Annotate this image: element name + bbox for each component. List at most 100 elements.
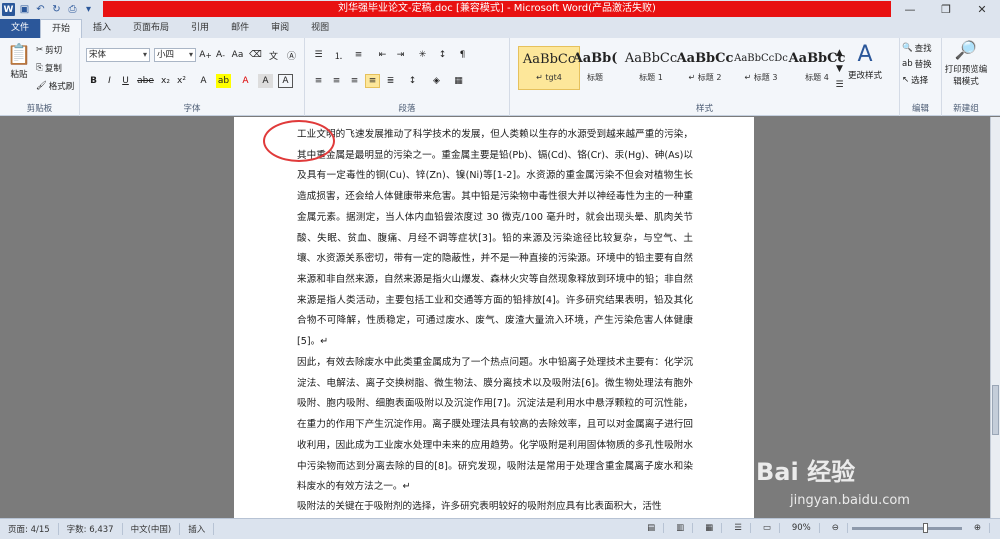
bold-icon[interactable]: B: [86, 74, 101, 88]
distributed-icon[interactable]: ≣: [383, 74, 398, 88]
zoom-level[interactable]: 90%: [784, 523, 820, 533]
align-right-icon[interactable]: ≡: [347, 74, 362, 88]
cut-button[interactable]: ✂ 剪切: [36, 44, 62, 56]
numbering-icon[interactable]: ⒈: [331, 48, 346, 62]
change-case-icon[interactable]: Aa: [230, 48, 245, 62]
shrink-font-icon[interactable]: A-: [213, 48, 228, 62]
format-painter-button[interactable]: 🖌 格式刷: [36, 80, 74, 92]
font-group: 宋体 小四 A+ A- Aa ⌫ 文 Ⓐ B I U abe x₂ x² A a…: [80, 38, 305, 116]
paste-button[interactable]: 📋 粘贴: [6, 42, 32, 80]
status-bar: 页面: 4/15 字数: 6,437 中文(中国) 插入 ▤ ▥ ▦ ☰ ▭ 9…: [0, 518, 1000, 539]
minimize-button[interactable]: —: [892, 0, 928, 19]
window-title: 刘华强毕业论文-定稿.doc [兼容模式] - Microsoft Word(产…: [103, 1, 891, 17]
subscript-icon[interactable]: x₂: [158, 74, 173, 88]
char-border-icon[interactable]: A: [278, 74, 293, 88]
select-button[interactable]: ↖ 选择: [902, 74, 928, 86]
scrollbar-thumb[interactable]: [992, 385, 999, 435]
language-indicator[interactable]: 中文(中国): [123, 523, 181, 535]
bullets-icon[interactable]: ☰: [311, 48, 326, 62]
view-web-icon[interactable]: ▦: [697, 523, 723, 533]
tab-review[interactable]: 审阅: [260, 19, 300, 38]
zoom-out-icon[interactable]: ⊖: [824, 523, 848, 533]
enclose-char-icon[interactable]: Ⓐ: [284, 48, 299, 62]
zoom-in-icon[interactable]: ⊕: [966, 523, 990, 533]
tab-mailings[interactable]: 邮件: [220, 19, 260, 38]
chinese-layout-icon[interactable]: ✳: [415, 48, 430, 62]
close-button[interactable]: ✕: [964, 0, 1000, 19]
justify-icon[interactable]: ≡: [365, 74, 380, 88]
title-bar: W ▣ ↶ ↻ ⎙ ▾ 刘华强毕业论文-定稿.doc [兼容模式] - Micr…: [0, 0, 1000, 19]
view-draft-icon[interactable]: ▭: [755, 523, 780, 533]
tab-home[interactable]: 开始: [40, 19, 83, 38]
style-item[interactable]: AaBbCc 标题 1: [620, 46, 682, 90]
view-outline-icon[interactable]: ☰: [726, 523, 751, 533]
baidu-watermark-url: jingyan.baidu.com: [790, 493, 910, 508]
italic-icon[interactable]: I: [102, 74, 117, 88]
text-effects-icon[interactable]: A: [196, 74, 211, 88]
restore-button[interactable]: ❐: [928, 0, 964, 19]
customize-qat-icon[interactable]: ▾: [82, 3, 95, 16]
find-button[interactable]: 🔍 查找: [902, 42, 932, 54]
styles-group: AaBbCc ↵ tgt4 AaBb( 标题 AaBbCc 标题 1 AaBbC…: [510, 38, 900, 116]
decrease-indent-icon[interactable]: ⇤: [375, 48, 390, 62]
shading-icon[interactable]: ◈: [429, 74, 444, 88]
paragraph-group: ☰ ⒈ ≡ ⇤ ⇥ ✳ ↕ ¶ ≡ ≡ ≡ ≡ ≣ ↕ ◈ ▦ 段落: [305, 38, 510, 116]
paragraph-2[interactable]: 因此，有效去除废水中此类重金属成为了一个热点问题。水中铅离子处理技术主要有：化学…: [297, 353, 693, 498]
increase-indent-icon[interactable]: ⇥: [393, 48, 408, 62]
grow-font-icon[interactable]: A +: [198, 48, 213, 62]
style-item[interactable]: AaBb( 标题: [564, 46, 626, 90]
change-styles-button[interactable]: A 更改样式: [848, 42, 882, 81]
redo-icon[interactable]: ↻: [50, 3, 63, 16]
styles-scroll-up-icon[interactable]: ▲: [832, 46, 847, 60]
underline-icon[interactable]: U: [118, 74, 133, 88]
paste-icon: 📋: [6, 42, 32, 66]
editing-group: 🔍 查找 ab 替换 ↖ 选择 编辑: [900, 38, 942, 116]
print-preview-button[interactable]: 🔎 打印预览编辑模式: [944, 40, 988, 87]
paragraph-3[interactable]: 吸附法的关键在于吸附剂的选择，许多研究表明较好的吸附剂应具有比表面积大，活性: [297, 497, 693, 518]
font-size-combo[interactable]: 小四: [154, 48, 196, 62]
insert-mode[interactable]: 插入: [180, 523, 215, 535]
sort-icon[interactable]: ↕: [435, 48, 450, 62]
word-count[interactable]: 字数: 6,437: [59, 523, 123, 535]
strikethrough-icon[interactable]: abe: [137, 74, 154, 88]
word-logo-icon[interactable]: W: [2, 3, 15, 16]
view-reading-icon[interactable]: ▥: [668, 523, 694, 533]
zoom-slider-knob[interactable]: [922, 522, 928, 533]
font-name-combo[interactable]: 宋体: [86, 48, 150, 62]
tab-references[interactable]: 引用: [180, 19, 220, 38]
show-marks-icon[interactable]: ¶: [455, 48, 470, 62]
zoom-slider[interactable]: [851, 522, 962, 533]
highlight-icon[interactable]: ab: [216, 74, 231, 88]
view-print-layout-icon[interactable]: ▤: [639, 523, 665, 533]
tab-view[interactable]: 视图: [300, 19, 340, 38]
align-center-icon[interactable]: ≡: [329, 74, 344, 88]
paragraph-1[interactable]: 工业文明的飞速发展推动了科学技术的发展，但人类赖以生存的水源受到越来越严重的污染…: [297, 125, 693, 353]
page-indicator[interactable]: 页面: 4/15: [0, 523, 59, 535]
vertical-scrollbar[interactable]: [990, 117, 1000, 518]
superscript-icon[interactable]: x²: [174, 74, 189, 88]
select-icon: ↖: [902, 75, 910, 85]
align-left-icon[interactable]: ≡: [311, 74, 326, 88]
replace-button[interactable]: ab 替换: [902, 58, 932, 70]
multilevel-list-icon[interactable]: ≡: [351, 48, 366, 62]
tab-page-layout[interactable]: 页面布局: [122, 19, 180, 38]
document-page[interactable]: 工业文明的飞速发展推动了科学技术的发展，但人类赖以生存的水源受到越来越严重的污染…: [234, 117, 754, 518]
print-icon[interactable]: ⎙: [66, 3, 79, 16]
undo-icon[interactable]: ↶: [34, 3, 47, 16]
font-label: 字体: [183, 104, 201, 114]
save-icon[interactable]: ▣: [18, 3, 31, 16]
styles-scroll-down-icon[interactable]: ▼: [832, 62, 847, 76]
red-circle-annotation: [263, 120, 335, 162]
clear-format-icon[interactable]: ⌫: [248, 48, 263, 62]
phonetic-guide-icon[interactable]: 文: [266, 48, 281, 62]
font-color-icon[interactable]: A: [238, 74, 253, 88]
style-item[interactable]: AaBbCcDc ↵ 标题 3: [730, 46, 792, 90]
tab-insert[interactable]: 插入: [82, 19, 122, 38]
line-spacing-icon[interactable]: ↕: [405, 74, 420, 88]
borders-icon[interactable]: ▦: [451, 74, 466, 88]
copy-button[interactable]: ⎘ 复制: [36, 62, 62, 74]
styles-more-icon[interactable]: ☰: [832, 78, 847, 92]
tab-file[interactable]: 文件: [0, 19, 40, 38]
style-item[interactable]: AaBbCc ↵ 标题 2: [674, 46, 736, 90]
char-shading-icon[interactable]: A: [258, 74, 273, 88]
